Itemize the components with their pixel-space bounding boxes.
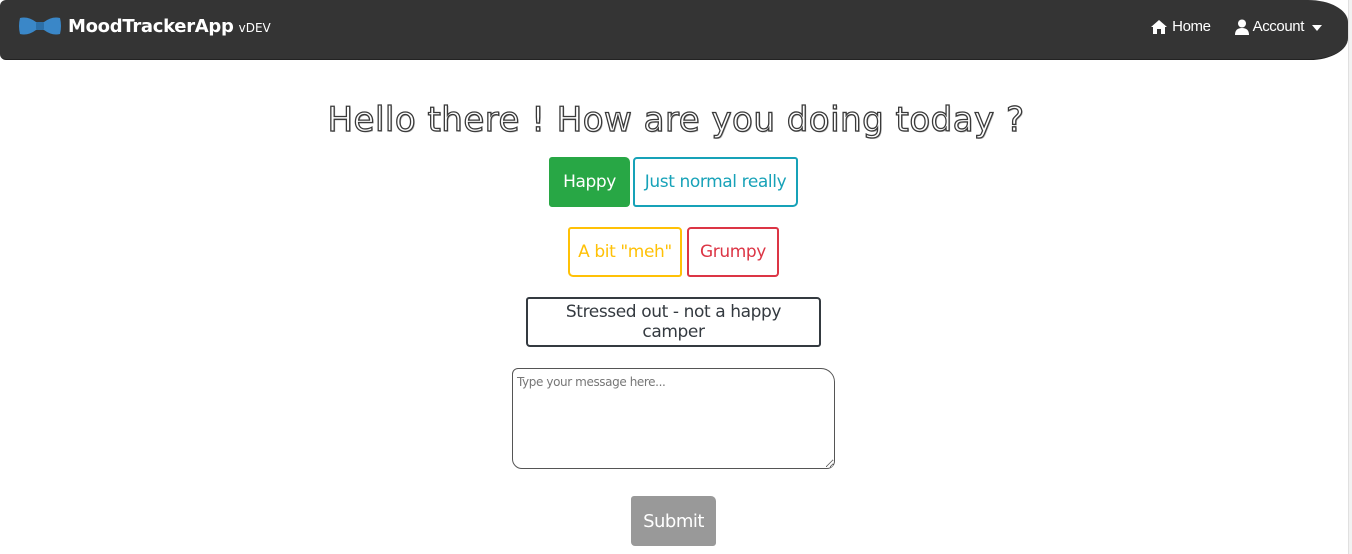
brand-version: vDEV [238, 21, 271, 35]
mood-button-meh[interactable]: A bit "meh" [568, 227, 682, 277]
mood-button-stressed[interactable]: Stressed out - not a happy camper [526, 297, 821, 347]
message-input[interactable] [512, 368, 835, 469]
brand-name: MoodTrackerApp [68, 15, 234, 37]
nav-right: Home Account [1126, 18, 1322, 35]
mood-button-normal[interactable]: Just normal really [633, 157, 798, 207]
chevron-down-icon [1312, 24, 1322, 31]
home-icon [1151, 19, 1168, 34]
user-icon [1234, 19, 1249, 35]
brand-link[interactable]: MoodTrackerApp vDEV [18, 14, 271, 38]
submit-button[interactable]: Submit [631, 496, 716, 546]
nav-home-label: Home [1172, 18, 1211, 35]
scrollbar[interactable] [1348, 0, 1352, 554]
nav-home-link[interactable]: Home [1150, 18, 1211, 35]
bowtie-icon [19, 17, 61, 35]
nav-account-label: Account [1252, 18, 1305, 35]
navbar: MoodTrackerApp vDEV Home Account [0, 0, 1348, 60]
nav-account-dropdown[interactable]: Account [1234, 18, 1322, 35]
page-title: Hello there ! How are you doing today ? [327, 99, 1025, 140]
mood-button-happy[interactable]: Happy [549, 157, 630, 207]
mood-button-grumpy[interactable]: Grumpy [687, 227, 779, 277]
